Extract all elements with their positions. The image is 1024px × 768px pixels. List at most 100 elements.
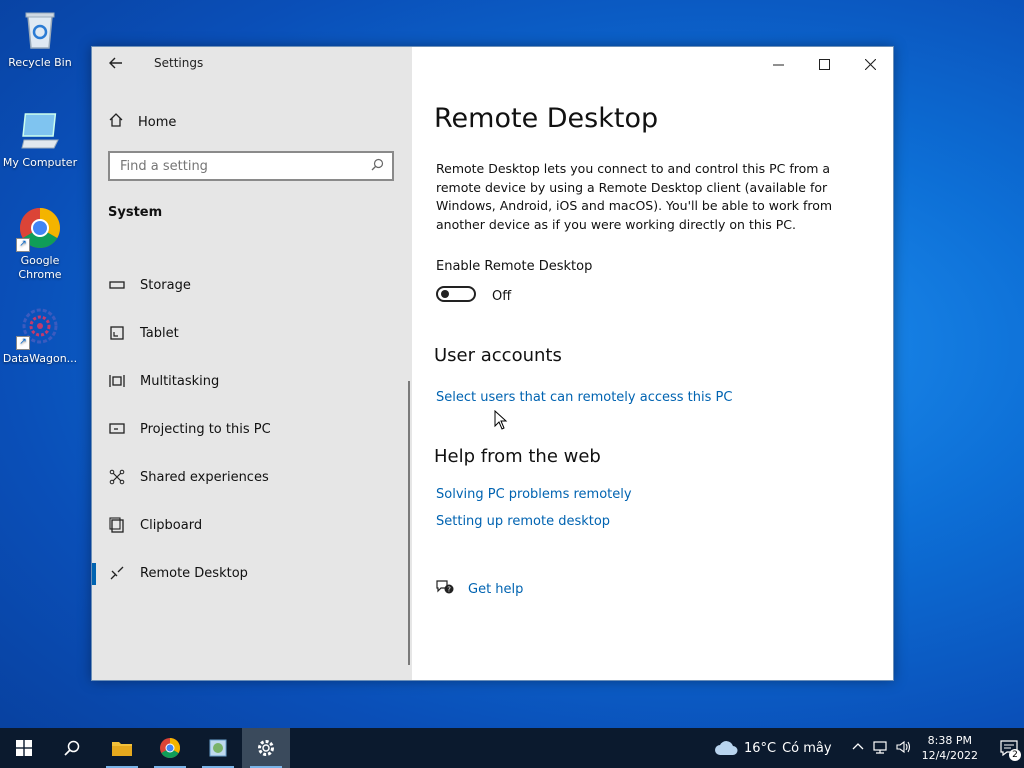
sidebar-item-projecting[interactable]: Projecting to this PC <box>92 405 408 453</box>
sidebar-item-label: Multitasking <box>140 373 220 389</box>
toggle-label: Enable Remote Desktop <box>436 259 593 274</box>
volume-icon[interactable] <box>896 740 912 757</box>
minimize-button[interactable] <box>755 47 801 81</box>
network-icon[interactable] <box>872 740 888 757</box>
chat-help-icon: ? <box>436 579 454 599</box>
settings-sidebar: Settings Home System Storage <box>92 47 412 680</box>
desktop-icon-label: Recycle Bin <box>8 56 72 69</box>
notification-center-button[interactable]: 2 <box>994 728 1024 768</box>
search-input[interactable] <box>110 153 360 179</box>
notification-badge: 2 <box>1009 749 1021 761</box>
app-title: Settings <box>154 56 204 70</box>
taskbar-search-button[interactable] <box>48 728 96 768</box>
clipboard-icon <box>108 516 126 534</box>
nav-list: Storage Tablet Multitasking Projecting t… <box>92 261 408 597</box>
taskbar-chrome[interactable] <box>146 728 194 768</box>
app-icon <box>209 739 227 757</box>
toggle-knob <box>441 290 449 298</box>
sidebar-item-label: Shared experiences <box>140 469 269 485</box>
tray-icons <box>852 740 912 757</box>
shared-experiences-icon <box>108 468 126 486</box>
svg-text:?: ? <box>447 586 451 594</box>
gear-icon <box>258 740 274 756</box>
windows-logo-icon <box>16 740 32 756</box>
arrow-left-icon <box>109 57 122 69</box>
desktop-icon-label: My Computer <box>2 156 78 169</box>
home-nav-item[interactable]: Home <box>108 111 176 133</box>
close-button[interactable] <box>847 47 893 81</box>
desktop-icon-datawagon[interactable]: ↗ DataWagon... <box>0 304 80 366</box>
sidebar-item-shared-experiences[interactable]: Shared experiences <box>92 453 408 501</box>
sidebar-item-label: Clipboard <box>140 517 203 533</box>
maximize-button[interactable] <box>801 47 847 81</box>
sidebar-item-label: Tablet <box>140 325 179 341</box>
weather-widget[interactable]: 16°C Có mây <box>714 740 832 756</box>
taskbar: 16°C Có mây 8:38 PM 12/4/2022 2 <box>0 728 1024 768</box>
taskbar-settings[interactable] <box>242 728 290 768</box>
help-link-solving-problems[interactable]: Solving PC problems remotely <box>436 487 632 502</box>
chrome-icon: ↗ <box>16 206 62 252</box>
storage-icon <box>108 276 126 294</box>
select-users-link[interactable]: Select users that can remotely access th… <box>436 390 732 405</box>
weather-text: Có mây <box>782 740 832 756</box>
weather-temp: 16°C <box>743 740 777 756</box>
minimize-icon <box>772 64 784 65</box>
projecting-icon <box>108 420 126 438</box>
search-box[interactable] <box>108 151 394 181</box>
multitasking-icon <box>108 372 126 390</box>
search-icon <box>64 740 80 756</box>
desktop-icon-google-chrome[interactable]: ↗ Google Chrome <box>0 206 80 282</box>
close-icon <box>864 58 876 70</box>
settings-content: Remote Desktop Remote Desktop lets you c… <box>412 47 893 680</box>
tablet-icon <box>108 324 126 342</box>
section-label: System <box>108 205 163 220</box>
page-title: Remote Desktop <box>434 103 659 134</box>
get-help-label: Get help <box>468 581 524 597</box>
sidebar-item-label: Storage <box>140 277 191 293</box>
user-accounts-heading: User accounts <box>434 345 562 366</box>
sidebar-scrollbar[interactable] <box>408 381 410 665</box>
taskbar-file-explorer[interactable] <box>98 728 146 768</box>
clock-time: 8:38 PM <box>927 734 972 747</box>
datawagon-icon: ↗ <box>16 304 62 350</box>
folder-icon <box>112 742 132 756</box>
sidebar-item-tablet[interactable]: Tablet <box>92 309 408 357</box>
chevron-up-icon[interactable] <box>852 740 864 757</box>
taskbar-app[interactable] <box>194 728 242 768</box>
system-tray: 16°C Có mây 8:38 PM 12/4/2022 2 <box>714 728 1024 768</box>
home-label: Home <box>138 114 177 130</box>
remote-desktop-icon <box>108 564 126 582</box>
mouse-cursor-icon <box>494 409 508 434</box>
shortcut-arrow-icon: ↗ <box>16 238 30 252</box>
computer-icon <box>18 108 62 152</box>
chrome-icon <box>160 738 180 758</box>
desktop-icon-label: Google Chrome <box>18 254 62 281</box>
toggle-state: Off <box>492 289 512 304</box>
sidebar-item-label: Remote Desktop <box>140 565 248 581</box>
sidebar-item-label: Projecting to this PC <box>140 421 271 437</box>
enable-remote-desktop-toggle[interactable] <box>436 286 476 302</box>
desktop-icon-recycle-bin[interactable]: Recycle Bin <box>0 8 80 70</box>
desktop-icon-label: DataWagon... <box>2 352 78 365</box>
clock[interactable]: 8:38 PM 12/4/2022 <box>922 733 978 763</box>
desktop-icon-my-computer[interactable]: My Computer <box>0 108 80 170</box>
recycle-bin-icon <box>18 8 62 52</box>
sidebar-item-storage[interactable]: Storage <box>92 261 408 309</box>
maximize-icon <box>818 58 830 70</box>
get-help-link[interactable]: ? Get help <box>436 579 523 599</box>
sidebar-item-clipboard[interactable]: Clipboard <box>92 501 408 549</box>
title-bar: Settings <box>92 47 412 81</box>
settings-window: Settings Home System Storage <box>91 46 894 681</box>
help-heading: Help from the web <box>434 446 601 467</box>
shortcut-arrow-icon: ↗ <box>16 336 30 350</box>
window-controls <box>755 47 893 81</box>
description-text: Remote Desktop lets you connect to and c… <box>436 161 833 232</box>
cloud-icon <box>714 741 738 755</box>
start-button[interactable] <box>0 728 48 768</box>
search-icon[interactable] <box>371 158 384 175</box>
sidebar-item-remote-desktop[interactable]: Remote Desktop <box>92 549 408 597</box>
clock-date: 12/4/2022 <box>921 749 978 762</box>
help-link-setting-up[interactable]: Setting up remote desktop <box>436 514 610 529</box>
sidebar-item-multitasking[interactable]: Multitasking <box>92 357 408 405</box>
back-button[interactable] <box>104 53 128 75</box>
